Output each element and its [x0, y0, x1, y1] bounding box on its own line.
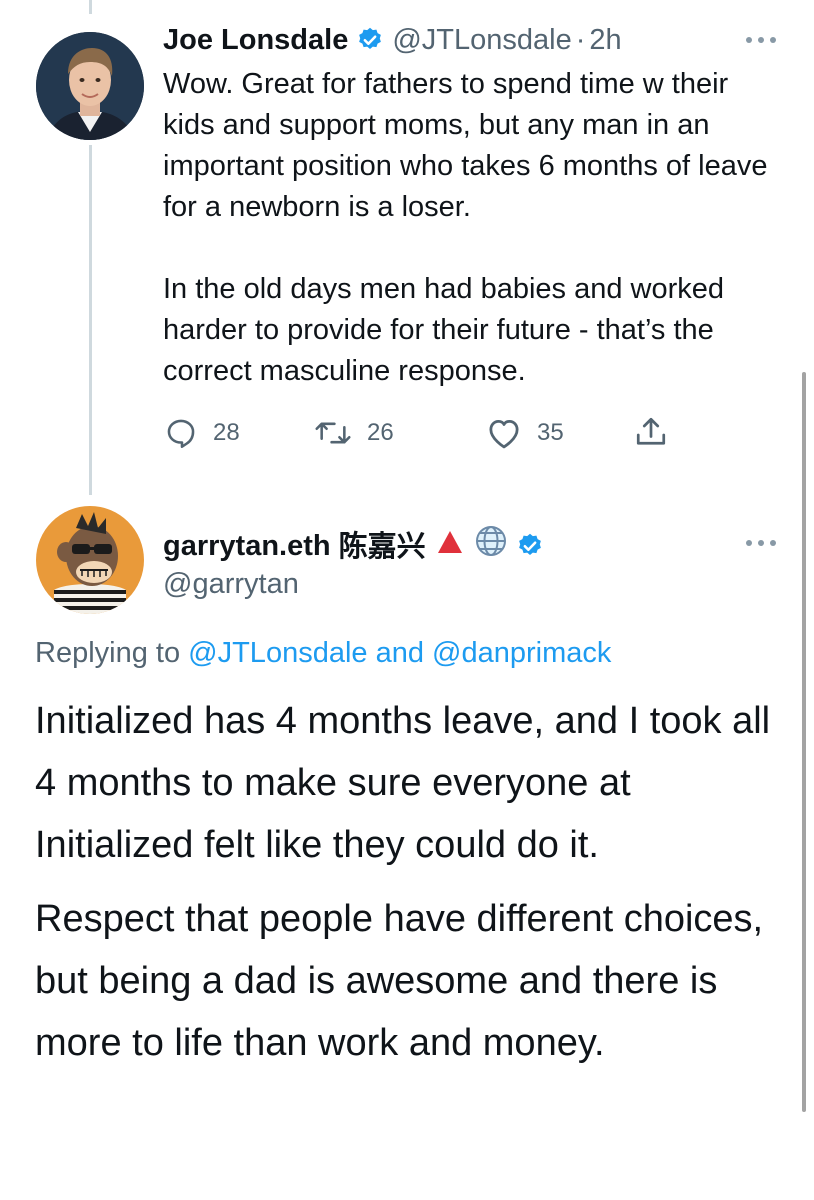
- author-name[interactable]: Joe Lonsdale: [163, 22, 348, 58]
- tweet-actions: 28 26 35: [163, 414, 703, 454]
- share-icon: [636, 417, 666, 445]
- thread-line-top: [89, 0, 92, 14]
- retweet-button[interactable]: 26: [313, 416, 394, 450]
- tweet-header: garrytan.eth 陈嘉兴: [163, 524, 552, 568]
- author-handle[interactable]: @JTLonsdale: [392, 22, 571, 58]
- replying-and[interactable]: and: [376, 637, 424, 669]
- tweet-header: Joe Lonsdale @JTLonsdale · 2h: [163, 22, 622, 58]
- tweet-text: Wow. Great for fathers to spend time w t…: [163, 64, 783, 392]
- mention-link[interactable]: @JTLonsdale: [188, 637, 367, 669]
- separator-dot: ·: [575, 24, 586, 56]
- reply-icon: [167, 419, 195, 449]
- verified-badge-icon: [356, 26, 384, 54]
- like-count: 35: [537, 419, 564, 446]
- like-button[interactable]: 35: [485, 416, 564, 450]
- tweet-paragraph: Initialized has 4 months leave, and I to…: [35, 700, 771, 866]
- scrollbar[interactable]: [802, 372, 806, 1112]
- more-options-icon[interactable]: [746, 37, 776, 47]
- retweet-count: 26: [367, 419, 394, 446]
- reply-button[interactable]: 28: [163, 416, 240, 450]
- tweet-paragraph: In the old days men had babies and worke…: [163, 273, 725, 387]
- mention-link[interactable]: @danprimack: [432, 637, 611, 669]
- tweet-paragraph: Respect that people have different choic…: [35, 898, 764, 1064]
- share-button[interactable]: [633, 414, 683, 450]
- replying-prefix: Replying to: [35, 637, 181, 669]
- tweet-paragraph: Wow. Great for fathers to spend time w t…: [163, 68, 768, 223]
- author-handle[interactable]: @garrytan: [163, 566, 299, 602]
- verified-badge-icon: [516, 532, 544, 560]
- tweet-time[interactable]: 2h: [589, 22, 621, 58]
- avatar[interactable]: [36, 32, 144, 140]
- author-name-cjk[interactable]: 陈嘉兴: [339, 527, 426, 565]
- more-options-icon[interactable]: [746, 540, 776, 550]
- author-name[interactable]: garrytan.eth: [163, 527, 331, 565]
- avatar[interactable]: [36, 506, 144, 614]
- tweet-text: Initialized has 4 months leave, and I to…: [35, 690, 795, 1074]
- replying-to: Replying to @JTLonsdale and @danprimack: [35, 634, 611, 672]
- heart-icon: [489, 420, 519, 449]
- red-triangle-icon: [436, 527, 464, 565]
- retweet-icon: [315, 422, 351, 444]
- globe-icon: [474, 524, 508, 568]
- thread-line: [89, 145, 92, 495]
- reply-count: 28: [213, 419, 240, 446]
